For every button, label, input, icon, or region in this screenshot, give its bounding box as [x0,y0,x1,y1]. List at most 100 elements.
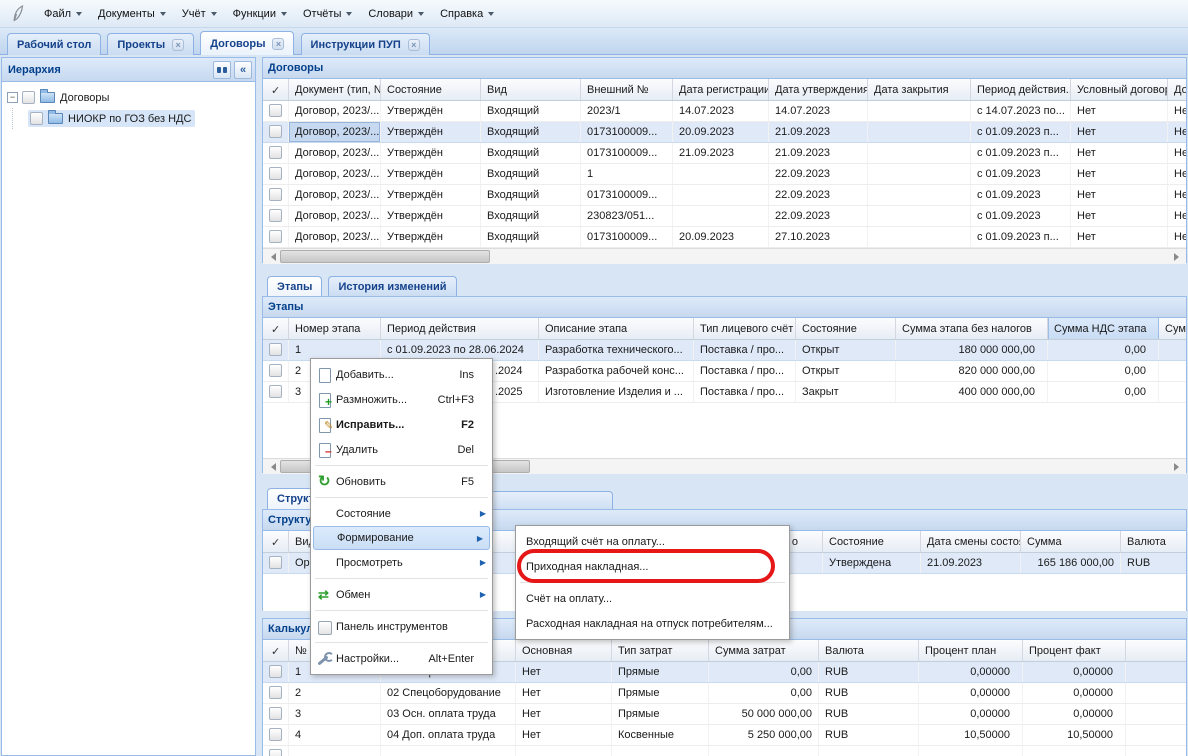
context-menu-item[interactable] [315,497,488,498]
tab-instrukcii-pup[interactable]: Инструкции ПУП× [301,33,430,55]
column-header-sorted[interactable]: Сумма НДС этапа [1048,318,1159,339]
row-checkbox[interactable] [269,364,282,377]
column-header[interactable]: Сумма [1021,531,1121,552]
tree-node-niokr[interactable]: НИОКР по ГОЗ без НДС [2,108,255,129]
row-checkbox[interactable] [269,385,282,398]
row-checkbox[interactable] [269,230,282,243]
scroll-right-icon[interactable] [1170,460,1186,474]
row-checkbox[interactable] [269,125,282,138]
column-header[interactable]: Сумма эт [1159,318,1186,339]
table-row[interactable]: Договор, 2023/... Утверждён Входящий 202… [263,101,1186,122]
table-row[interactable]: 4 04 Доп. оплата труда Нет Косвенные 5 2… [263,725,1186,746]
column-header[interactable]: Дата утверждения [769,79,868,100]
find-button[interactable] [213,61,231,79]
menubar-item[interactable]: Файл [44,8,82,20]
menubar-item[interactable]: Документы [98,8,166,20]
context-menu-item[interactable]: Обмен ▶ [311,582,492,607]
column-header[interactable]: До [1168,79,1186,100]
column-header[interactable]: Документ (тип, № [289,79,381,100]
column-header[interactable]: Тип лицевого счёт [694,318,796,339]
row-checkbox[interactable] [269,188,282,201]
context-menu-item[interactable] [315,578,488,579]
row-checkbox[interactable] [269,665,282,678]
scroll-left-icon[interactable] [263,250,279,264]
close-icon[interactable]: × [408,39,420,51]
column-header[interactable]: Период действия.. [971,79,1071,100]
tab-istoriya-izmeneniy[interactable]: История изменений [328,276,456,297]
scrollbar-thumb[interactable] [280,250,490,263]
row-checkbox[interactable] [269,686,282,699]
row-checkbox[interactable] [269,343,282,356]
menubar-item[interactable]: Справка [440,8,494,20]
row-checkbox[interactable] [269,146,282,159]
column-header[interactable]: Внешний № [581,79,673,100]
column-header[interactable]: Процент факт [1023,640,1126,661]
context-menu-item[interactable]: Настройки... Alt+Enter [311,646,492,671]
column-header[interactable]: Сумма этапа без налогов [896,318,1048,339]
submenu-item[interactable]: Счёт на оплату... [516,586,789,611]
menubar-item[interactable]: Функции [233,8,287,20]
table-row[interactable]: 3 03 Осн. оплата труда Нет Прямые 50 000… [263,704,1186,725]
menubar-item[interactable]: Учёт [182,8,217,20]
context-menu-item[interactable]: Добавить... Ins [311,362,492,387]
column-header[interactable]: Основная [516,640,612,661]
context-menu-item[interactable]: Панель инструментов [311,614,492,639]
column-header[interactable]: Условный договор [1071,79,1168,100]
collapse-expander-icon[interactable]: − [7,92,18,103]
table-row[interactable]: Договор, 2023/... Утверждён Входящий 017… [263,143,1186,164]
column-header[interactable]: Вид [481,79,581,100]
select-all-header[interactable]: ✓ [263,79,289,100]
column-header[interactable]: Состояние [796,318,896,339]
column-header[interactable]: Дата закрытия [868,79,971,100]
tree-checkbox[interactable] [22,91,35,104]
context-menu-item[interactable]: Формирование ▶ [313,526,490,550]
context-menu-item[interactable] [315,465,488,466]
row-checkbox[interactable] [269,749,282,756]
row-checkbox[interactable] [269,728,282,741]
column-header[interactable]: Период действия [381,318,539,339]
column-header[interactable]: Описание этапа [539,318,694,339]
context-menu-item[interactable]: Состояние ▶ [311,501,492,526]
column-header[interactable]: Номер этапа [289,318,381,339]
select-all-header[interactable]: ✓ [263,531,289,552]
table-row[interactable]: Договор, 2023/... Утверждён Входящий 1 2… [263,164,1186,185]
table-row[interactable]: 2 02 Спецоборудование Нет Прямые 0,00 RU… [263,683,1186,704]
column-header[interactable]: Тип затрат [612,640,709,661]
table-row[interactable]: Договор, 2023/... Утверждён Входящий 230… [263,206,1186,227]
menubar-item[interactable]: Отчёты [303,8,352,20]
row-checkbox[interactable] [269,209,282,222]
close-icon[interactable]: × [272,38,284,50]
row-checkbox[interactable] [269,167,282,180]
tree-node-dogovory[interactable]: − Договоры [2,87,255,108]
select-all-header[interactable]: ✓ [263,640,289,661]
column-header[interactable]: Дата регистрации. [673,79,769,100]
tree-checkbox[interactable] [30,112,43,125]
column-header[interactable]: Сумма затрат [709,640,819,661]
close-icon[interactable]: × [172,39,184,51]
context-menu-item[interactable]: Исправить... F2 [311,412,492,437]
context-menu-item[interactable] [315,610,488,611]
column-header[interactable]: Состояние [823,531,921,552]
column-header[interactable]: Состояние [381,79,481,100]
column-header[interactable]: Процент план [919,640,1023,661]
scroll-right-icon[interactable] [1170,250,1186,264]
submenu-item[interactable]: Расходная накладная на отпуск потребител… [516,611,789,636]
context-menu-item[interactable]: Просмотреть ▶ [311,550,492,575]
scroll-left-icon[interactable] [263,460,279,474]
column-header[interactable]: Валюта [1121,531,1186,552]
tab-proekty[interactable]: Проекты× [107,33,194,55]
table-row[interactable]: Договор, 2023/... Утверждён Входящий 017… [263,227,1186,248]
tab-dogovory[interactable]: Договоры× [200,31,294,55]
context-menu-item[interactable] [315,642,488,643]
context-menu-item[interactable]: Удалить Del [311,437,492,462]
row-checkbox[interactable] [269,104,282,117]
column-header[interactable] [1126,640,1186,661]
tab-rabochiy-stol[interactable]: Рабочий стол [7,33,101,55]
horizontal-scrollbar[interactable] [263,248,1186,264]
context-menu-item[interactable]: Обновить F5 [311,469,492,494]
row-checkbox[interactable] [269,556,282,569]
context-menu-item[interactable]: Размножить... Ctrl+F3 [311,387,492,412]
menubar-item[interactable]: Словари [368,8,424,20]
column-header[interactable]: Дата смены состоя [921,531,1021,552]
table-row[interactable] [263,746,1186,756]
